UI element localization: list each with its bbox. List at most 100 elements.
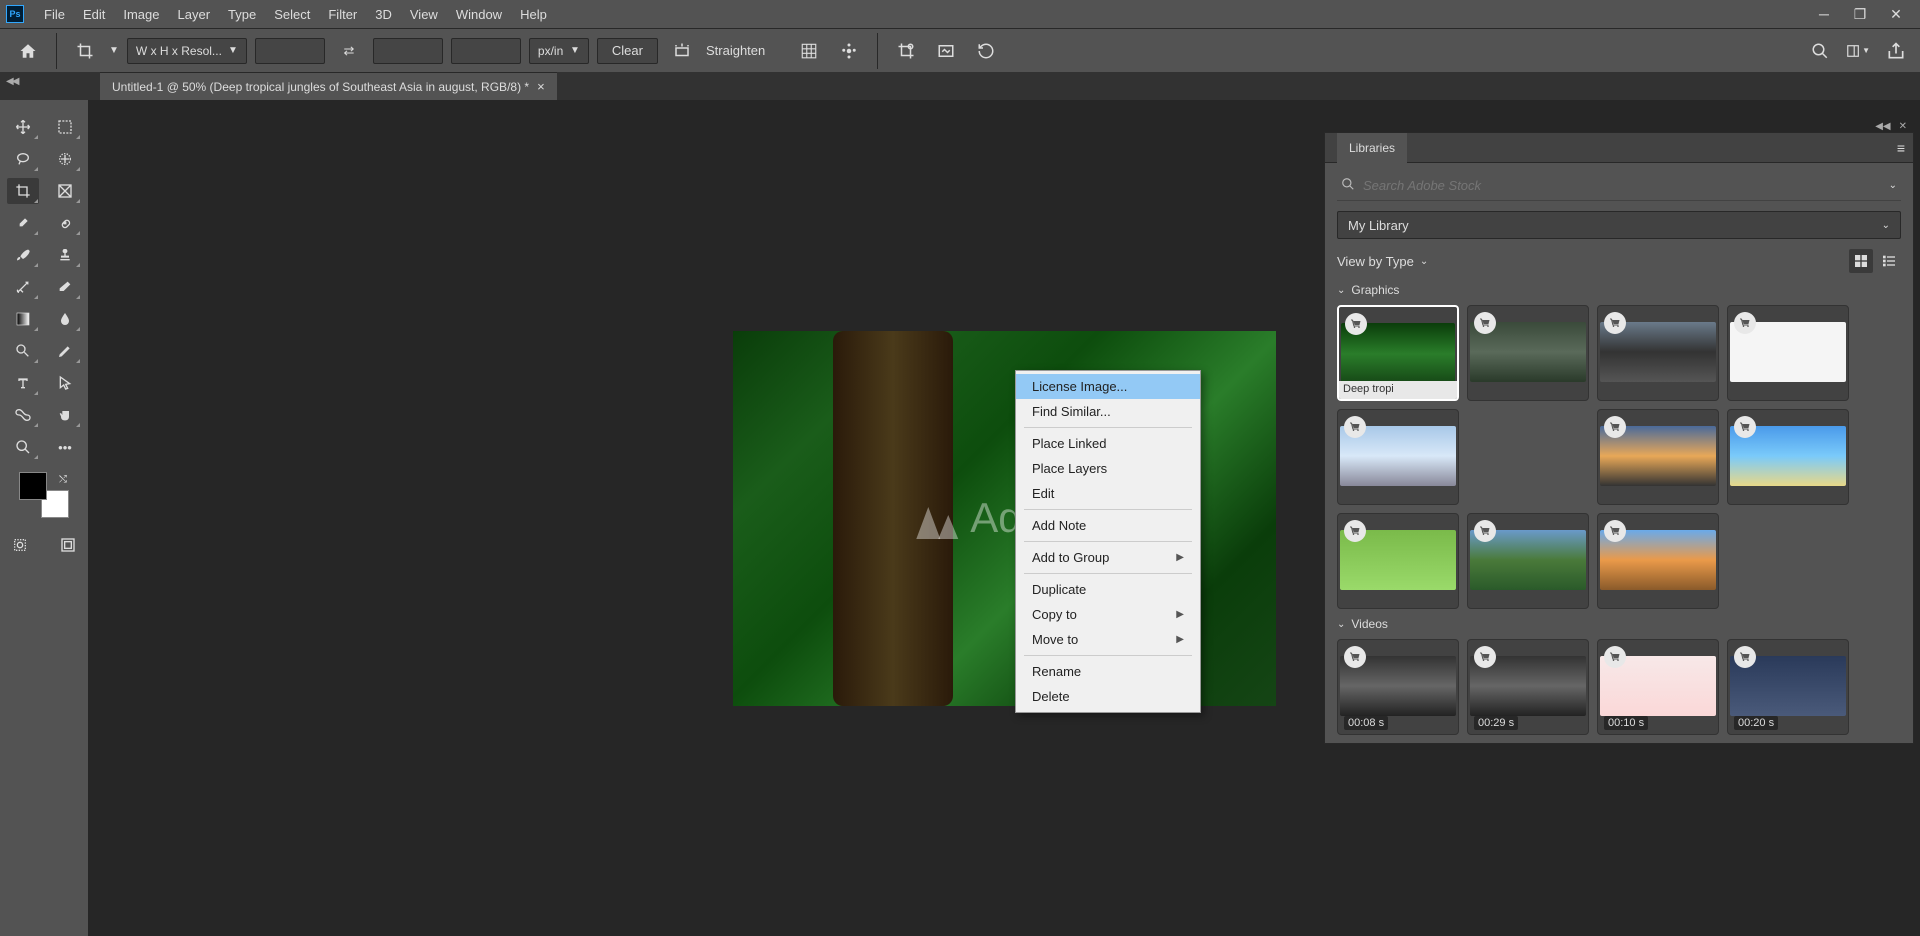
collapse-panels-icon[interactable]: ◀◀ (1875, 121, 1890, 132)
maximize-button[interactable]: ❐ (1852, 6, 1868, 22)
crop-tool-icon[interactable] (69, 35, 101, 67)
path-select-tool[interactable] (49, 370, 81, 396)
cart-icon[interactable] (1474, 312, 1496, 334)
video-thumbnail[interactable]: 00:20 s (1727, 639, 1849, 735)
home-button[interactable] (12, 35, 44, 67)
crop-tool[interactable] (7, 178, 39, 204)
screen-mode-button[interactable] (52, 532, 84, 558)
stamp-tool[interactable] (49, 242, 81, 268)
libraries-tab[interactable]: Libraries (1337, 133, 1407, 163)
grid-overlay-button[interactable] (793, 35, 825, 67)
graphic-thumbnail[interactable] (1727, 409, 1849, 505)
view-by-type-dropdown[interactable]: View by Type⌄ (1337, 254, 1428, 269)
context-menu-item[interactable]: License Image... (1016, 374, 1200, 399)
color-swatches[interactable]: ⤭ (19, 472, 69, 518)
cart-icon[interactable] (1344, 646, 1366, 668)
menu-select[interactable]: Select (274, 7, 310, 22)
width-input[interactable] (255, 38, 325, 64)
context-menu-item[interactable]: Duplicate (1016, 577, 1200, 602)
brush-tool[interactable] (7, 242, 39, 268)
shape-tool[interactable] (7, 402, 39, 428)
crop-options-button[interactable] (833, 35, 865, 67)
swap-dimensions-button[interactable]: ⇄ (333, 35, 365, 67)
reset-button[interactable] (970, 35, 1002, 67)
cart-icon[interactable] (1344, 520, 1366, 542)
collapse-panel-icon[interactable]: ◀◀ (6, 76, 17, 87)
unit-dropdown[interactable]: px/in▼ (529, 38, 589, 64)
lasso-tool[interactable] (7, 146, 39, 172)
workspace-button[interactable]: ▼ (1846, 39, 1870, 63)
hand-tool[interactable] (49, 402, 81, 428)
type-tool[interactable] (7, 370, 39, 396)
context-menu-item[interactable]: Place Layers (1016, 456, 1200, 481)
straighten-icon[interactable] (666, 35, 698, 67)
videos-section-header[interactable]: ⌄Videos (1337, 617, 1901, 631)
eraser-tool[interactable] (49, 274, 81, 300)
document-tab[interactable]: Untitled-1 @ 50% (Deep tropical jungles … (100, 72, 557, 100)
graphic-thumbnail[interactable] (1337, 409, 1459, 505)
context-menu-item[interactable]: Copy to▶ (1016, 602, 1200, 627)
grid-view-button[interactable] (1849, 249, 1873, 273)
context-menu-item[interactable]: Edit (1016, 481, 1200, 506)
cart-icon[interactable] (1604, 416, 1626, 438)
share-button[interactable] (1884, 39, 1908, 63)
move-tool[interactable] (7, 114, 39, 140)
close-panel-icon[interactable]: ✕ (1899, 121, 1907, 132)
menu-help[interactable]: Help (520, 7, 547, 22)
healing-tool[interactable] (49, 210, 81, 236)
library-selector[interactable]: My Library ⌄ (1337, 211, 1901, 239)
menu-layer[interactable]: Layer (178, 7, 211, 22)
menu-type[interactable]: Type (228, 7, 256, 22)
menu-view[interactable]: View (410, 7, 438, 22)
video-thumbnail[interactable]: 00:08 s (1337, 639, 1459, 735)
graphic-thumbnail[interactable] (1467, 305, 1589, 401)
cart-icon[interactable] (1604, 646, 1626, 668)
graphic-thumbnail[interactable] (1467, 513, 1589, 609)
close-button[interactable]: ✕ (1888, 6, 1904, 22)
graphic-thumbnail[interactable] (1597, 409, 1719, 505)
context-menu-item[interactable]: Delete (1016, 684, 1200, 709)
minimize-button[interactable]: ─ (1816, 6, 1832, 22)
pen-tool[interactable] (49, 338, 81, 364)
swap-colors-icon[interactable]: ⤭ (59, 474, 67, 485)
graphic-thumbnail[interactable] (1597, 305, 1719, 401)
cart-icon[interactable] (1604, 312, 1626, 334)
resolution-input[interactable] (451, 38, 521, 64)
clear-button[interactable]: Clear (597, 38, 658, 64)
menu-window[interactable]: Window (456, 7, 502, 22)
menu-filter[interactable]: Filter (328, 7, 357, 22)
crop-preset-dropdown[interactable]: W x H x Resol...▼ (127, 38, 247, 64)
frame-tool[interactable] (49, 178, 81, 204)
blur-tool[interactable] (49, 306, 81, 332)
context-menu-item[interactable]: Add Note (1016, 513, 1200, 538)
search-icon[interactable] (1808, 39, 1832, 63)
list-view-button[interactable] (1877, 249, 1901, 273)
graphic-thumbnail[interactable]: Deep tropi (1337, 305, 1459, 401)
foreground-color[interactable] (19, 472, 47, 500)
graphic-thumbnail[interactable] (1727, 305, 1849, 401)
cart-icon[interactable] (1734, 646, 1756, 668)
chevron-down-icon[interactable]: ⌄ (1889, 180, 1897, 191)
cart-icon[interactable] (1345, 313, 1367, 335)
graphic-thumbnail[interactable] (1337, 513, 1459, 609)
context-menu-item[interactable]: Move to▶ (1016, 627, 1200, 652)
cart-icon[interactable] (1734, 416, 1756, 438)
delete-pixels-button[interactable] (890, 35, 922, 67)
context-menu-item[interactable]: Add to Group▶ (1016, 545, 1200, 570)
marquee-tool[interactable] (49, 114, 81, 140)
zoom-tool[interactable] (7, 434, 39, 460)
context-menu-item[interactable]: Find Similar... (1016, 399, 1200, 424)
dodge-tool[interactable] (7, 338, 39, 364)
history-brush-tool[interactable] (7, 274, 39, 300)
context-menu-item[interactable]: Place Linked (1016, 431, 1200, 456)
close-tab-icon[interactable]: × (537, 79, 545, 94)
quick-mask-button[interactable] (4, 532, 36, 558)
menu-image[interactable]: Image (123, 7, 159, 22)
panel-menu-icon[interactable]: ≡ (1897, 140, 1905, 156)
content-aware-button[interactable] (930, 35, 962, 67)
menu-file[interactable]: File (44, 7, 65, 22)
quick-select-tool[interactable] (49, 146, 81, 172)
eyedropper-tool[interactable] (7, 210, 39, 236)
cart-icon[interactable] (1474, 520, 1496, 542)
cart-icon[interactable] (1734, 312, 1756, 334)
